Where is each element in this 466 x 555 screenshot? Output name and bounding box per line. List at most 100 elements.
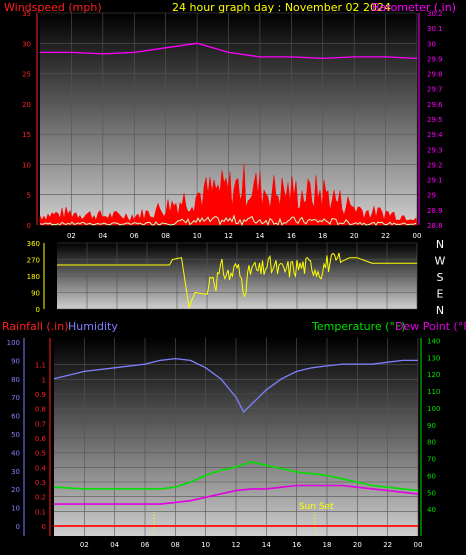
temp-tick-label: 80	[427, 439, 436, 447]
baro-tick-label: 29.7	[427, 86, 443, 94]
wind-tick-label: 5	[27, 192, 31, 200]
x-tick-label: 20	[350, 232, 359, 240]
x-tick-label: 00	[413, 232, 422, 240]
x-tick-label: 04	[110, 541, 119, 549]
baro-tick-label: 30.1	[427, 25, 443, 33]
rain-tick-label: 0.2	[35, 494, 46, 502]
x-tick-label: 22	[381, 232, 390, 240]
baro-tick-label: 29.1	[427, 177, 443, 185]
humidity-tick-label: 70	[11, 394, 20, 402]
x-tick-label: 14	[255, 232, 264, 240]
rain-tick-label: 0.8	[35, 406, 46, 414]
x-tick-label: 10	[201, 541, 210, 549]
chart-title: 24 hour graph day : November 02 2024	[172, 1, 391, 14]
rain-tick-label: 0	[42, 523, 46, 531]
humidity-tick-label: 20	[11, 486, 20, 494]
x-tick-label: 12	[232, 541, 241, 549]
x-tick-label: 02	[80, 541, 89, 549]
rain-tick-label: 1.1	[35, 362, 46, 370]
x-tick-label: 08	[161, 232, 170, 240]
humidity-tick-label: 0	[16, 523, 20, 531]
temp-tick-label: 70	[427, 456, 436, 464]
compass-labels: NWSEN	[435, 238, 446, 317]
baro-tick-label: 29.6	[427, 101, 443, 109]
temp-tick-label: 40	[427, 506, 436, 514]
x-tick-label: 14	[262, 541, 271, 549]
humidity-tick-label: 80	[11, 376, 20, 384]
wind-tick-label: 30	[22, 40, 31, 48]
baro-tick-label: 30.2	[427, 10, 443, 18]
x-tick-label: 08	[171, 541, 180, 549]
x-tick-label: 12	[224, 232, 233, 240]
baro-tick-label: 29.9	[427, 55, 443, 63]
baro-tick-label: 30	[427, 40, 436, 48]
baro-tick-label: 29.4	[427, 131, 443, 139]
wind-tick-label: 0	[27, 222, 31, 230]
x-tick-label: 20	[353, 541, 362, 549]
direction-tick-label: 180	[27, 273, 40, 281]
direction-tick-label: 0	[36, 306, 40, 314]
humidity-tick-label: 90	[11, 357, 20, 365]
x-tick-label: 02	[67, 232, 76, 240]
compass-label: S	[437, 271, 444, 284]
rain-tick-label: 0.3	[35, 479, 46, 487]
humidity-tick-label: 100	[7, 339, 20, 347]
temp-tick-label: 90	[427, 422, 436, 430]
baro-tick-label: 29.8	[427, 71, 443, 79]
temp-tick-label: 60	[427, 472, 436, 480]
compass-label: N	[436, 304, 444, 317]
baro-tick-label: 29.5	[427, 116, 443, 124]
rain-tick-label: 0.5	[35, 450, 46, 458]
x-tick-label: 16	[287, 232, 296, 240]
wind-tick-label: 10	[22, 161, 31, 169]
rain-tick-label: 0.7	[35, 420, 46, 428]
x-tick-label: 22	[383, 541, 392, 549]
rain-tick-label: 0.4	[35, 464, 47, 472]
x-tick-label: 18	[318, 232, 327, 240]
x-tick-label: 10	[193, 232, 202, 240]
sunset-label: Sun Set	[299, 502, 334, 512]
x-tick-label: 18	[323, 541, 332, 549]
wind-tick-label: 20	[22, 101, 31, 109]
weather-graph-svg: Windspeed (mph) 24 hour graph day : Nove…	[2, 1, 466, 549]
dewpoint-axis-title: Dew Point (°F)	[395, 320, 466, 333]
humidity-tick-label: 30	[11, 468, 20, 476]
compass-label: W	[435, 255, 446, 268]
direction-tick-label: 360	[27, 240, 40, 248]
x-tick-label: 06	[130, 232, 139, 240]
wind-tick-label: 15	[22, 131, 31, 139]
rain-tick-label: 0.1	[35, 508, 46, 516]
temp-tick-label: 130	[427, 354, 440, 362]
direction-tick-label: 270	[27, 257, 40, 265]
wind-direction-ticks: 0 90 180 270 360	[27, 240, 45, 314]
temp-tick-label: 140	[427, 337, 440, 345]
compass-label: N	[436, 238, 444, 251]
barometer-axis-title: Barometer (.in)	[372, 1, 456, 14]
temperature-axis-title: Temperature (°F)	[311, 320, 406, 333]
baro-tick-label: 29	[427, 192, 436, 200]
rainfall-axis-title: Rainfall (.in)	[2, 320, 69, 333]
temp-tick-label: 120	[427, 371, 440, 379]
x-tick-label: 04	[98, 232, 107, 240]
humidity-tick-label: 40	[11, 449, 20, 457]
weather-graph: Windspeed (mph) 24 hour graph day : Nove…	[0, 0, 466, 555]
wind-tick-label: 25	[22, 71, 31, 79]
humidity-tick-label: 50	[11, 431, 20, 439]
temp-tick-label: 110	[427, 388, 440, 396]
x-tick-label: 00	[414, 541, 423, 549]
baro-tick-label: 29.2	[427, 161, 443, 169]
direction-tick-label: 90	[31, 290, 40, 298]
wind-tick-label: 35	[22, 10, 31, 18]
humidity-tick-label: 10	[11, 505, 20, 513]
rain-tick-label: 0.9	[35, 391, 46, 399]
rain-tick-label: 0.6	[35, 435, 47, 443]
humidity-axis-title: Humidity	[68, 320, 118, 333]
baro-tick-label: 29.3	[427, 146, 443, 154]
temp-tick-label: 50	[427, 489, 436, 497]
temp-tick-label: 100	[427, 405, 440, 413]
compass-label: E	[437, 288, 444, 301]
x-tick-label: 06	[141, 541, 150, 549]
rain-tick-label: 1	[42, 376, 46, 384]
x-tick-label: 16	[292, 541, 301, 549]
humidity-tick-label: 60	[11, 413, 20, 421]
